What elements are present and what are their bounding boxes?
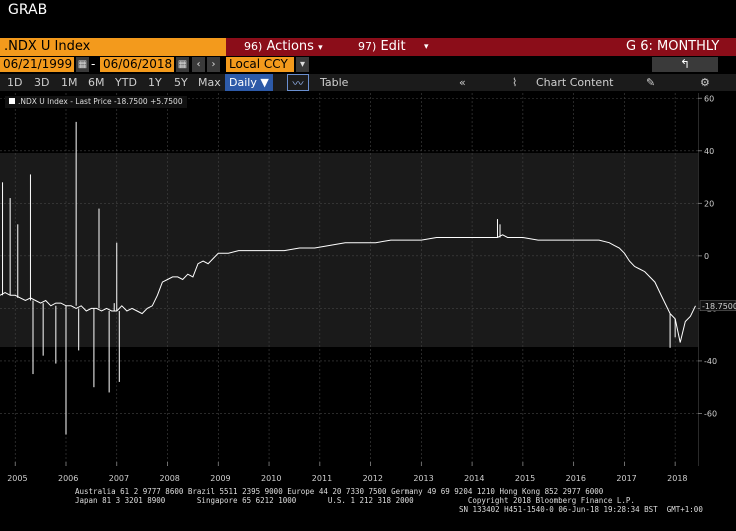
frequency-label: Daily (229, 76, 257, 89)
chevron-down-icon[interactable]: ▾ (424, 38, 429, 56)
legend-text: .NDX U Index - Last Price -18.7500 +5.75… (18, 97, 183, 106)
actions-menu-label: Actions (266, 39, 314, 54)
period-6m[interactable]: 6M (88, 74, 105, 91)
x-tick-label-2009: 2009 (210, 474, 230, 483)
period-3d[interactable]: 3D (34, 74, 49, 91)
period-1y[interactable]: 1Y (148, 74, 162, 91)
back-arrow-icon[interactable]: ↰ (652, 57, 718, 72)
edit-menu-number: 97) (358, 40, 377, 53)
y-tick-label--40: -40 (704, 357, 717, 366)
ticker-field[interactable]: .NDX U Index (0, 38, 226, 56)
double-chevron-left-icon[interactable]: « (459, 74, 466, 91)
y-tick-label-60: 60 (704, 94, 714, 103)
x-tick-label-2016: 2016 (566, 474, 586, 483)
start-date-field[interactable]: 06/21/1999 (0, 57, 74, 72)
x-tick-label-2005: 2005 (7, 474, 27, 483)
period-ytd[interactable]: YTD (115, 74, 137, 91)
chart-content-icon[interactable]: ⌇ (512, 74, 517, 91)
chart-toolbar (0, 74, 736, 91)
last-value-label: -18.7500 (702, 302, 736, 311)
period-max[interactable]: Max (198, 74, 221, 91)
period-1m[interactable]: 1M (61, 74, 78, 91)
last-value-marker: -18.7500 (699, 300, 736, 312)
period-5y[interactable]: 5Y (174, 74, 188, 91)
table-button[interactable]: Table (320, 74, 348, 91)
actions-menu-number: 96) (244, 40, 263, 53)
y-tick-label-40: 40 (704, 147, 714, 156)
period-1d[interactable]: 1D (7, 74, 22, 91)
x-axis-labels: 2005 2006 2007 2008 2009 2010 2011 2012 2013 2014… (7, 474, 687, 483)
y-tick-label-20: 20 (704, 199, 714, 208)
chevron-down-icon[interactable]: ▾ (296, 57, 309, 72)
x-tick-label-2008: 2008 (160, 474, 180, 483)
footer: Australia 61 2 9777 8600 Brazil 5511 239… (0, 486, 736, 531)
x-tick-label-2015: 2015 (515, 474, 535, 483)
footer-session-line: SN 133402 H451-1540-0 06-Jun-18 19:28:34… (459, 505, 703, 514)
x-axis: 2005 2006 2007 2008 2009 2010 2011 2012 2013 2014… (7, 474, 687, 483)
chevron-right-icon[interactable]: › (207, 57, 220, 72)
date-separator: - (91, 57, 96, 71)
chevron-down-icon: ▼ (260, 76, 269, 89)
currency-select[interactable]: Local CCY (226, 57, 294, 72)
legend-swatch (9, 98, 15, 104)
x-tick-label-2014: 2014 (464, 474, 484, 483)
annotate-icon[interactable]: ✎ (646, 74, 655, 91)
x-tick-label-2006: 2006 (58, 474, 78, 483)
y-tick-label--60: -60 (704, 409, 717, 418)
chevron-down-icon: ▾ (318, 43, 323, 53)
edit-menu-label: Edit (380, 39, 406, 54)
page-label: G 6: MONTHLY (626, 39, 720, 54)
x-tick-label-2012: 2012 (363, 474, 383, 483)
calendar-icon[interactable]: ▦ (76, 57, 89, 72)
footer-contacts-line: Australia 61 2 9777 8600 Brazil 5511 239… (75, 487, 604, 496)
end-date-field[interactable]: 06/06/2018 (100, 57, 174, 72)
window-title: GRAB (8, 2, 48, 18)
x-tick-label-2013: 2013 (413, 474, 433, 483)
x-tick-label-2011: 2011 (312, 474, 332, 483)
chart-legend: .NDX U Index - Last Price -18.7500 +5.75… (5, 96, 187, 108)
gear-icon[interactable]: ⚙ (700, 74, 710, 91)
frequency-select[interactable]: Daily ▼ (225, 74, 273, 91)
edit-menu[interactable]: 97) Edit (358, 38, 406, 56)
price-chart[interactable] (0, 93, 698, 466)
x-tick-label-2007: 2007 (109, 474, 129, 483)
actions-menu[interactable]: 96) Actions ▾ (244, 38, 323, 56)
footer-copyright-line: Japan 81 3 3201 8900 Singapore 65 6212 1… (75, 496, 635, 505)
y-axis: 6040200-20-40-60 -18.7500 (698, 93, 736, 466)
chart-content-button[interactable]: Chart Content (536, 74, 613, 91)
y-tick-label-0: 0 (704, 252, 709, 261)
x-tick-label-2017: 2017 (616, 474, 636, 483)
plot-band (0, 153, 698, 347)
line-chart-icon[interactable]: 〰 (287, 74, 309, 91)
calendar-icon[interactable]: ▦ (176, 57, 189, 72)
x-tick-label-2010: 2010 (261, 474, 281, 483)
x-tick-label-2018: 2018 (667, 474, 687, 483)
chevron-left-icon[interactable]: ‹ (192, 57, 205, 72)
